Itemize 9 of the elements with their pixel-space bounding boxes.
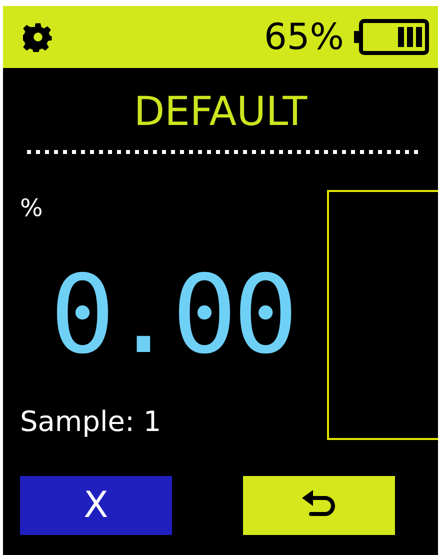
back-button[interactable] (243, 476, 395, 535)
cancel-button[interactable]: X (20, 476, 172, 535)
profile-title: DEFAULT (132, 88, 308, 136)
battery-percentage: 65% (264, 16, 344, 58)
reading-value: 0.00 (50, 266, 294, 366)
sample-label: Sample: 1 (20, 405, 162, 438)
unit-label: % (20, 194, 43, 222)
settings-icon[interactable] (23, 22, 53, 52)
battery-icon (354, 18, 430, 56)
